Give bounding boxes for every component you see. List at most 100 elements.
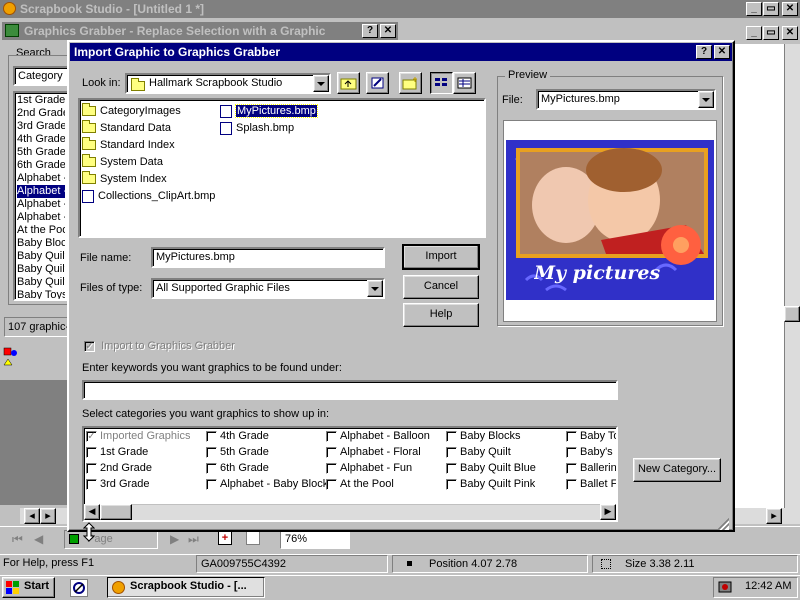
category-checkbox[interactable]: Alphabet - Baby Block [206, 478, 328, 490]
quick-launch-icon[interactable] [70, 579, 88, 597]
category-list-item[interactable]: Baby Quilt [17, 250, 65, 263]
category-list-item[interactable]: Baby Quilt [17, 263, 65, 276]
category-list-item[interactable]: At the Poo [17, 224, 65, 237]
hscroll-right-button[interactable]: ▸ [40, 508, 56, 524]
mdi-restore-button[interactable]: ▭ [763, 26, 779, 40]
mdi-minimize-button[interactable]: _ [746, 26, 762, 40]
category-list-item[interactable]: 1st Grade [17, 94, 65, 107]
file-list-item[interactable]: CategoryImages [82, 103, 222, 120]
mdi-close-button[interactable]: ✕ [782, 26, 798, 40]
hscroll-left-button[interactable]: ◂ [24, 508, 40, 524]
file-list-item[interactable]: Collections_ClipArt.bmp [82, 188, 222, 205]
category-dropdown[interactable]: Category [13, 66, 69, 86]
categories-list[interactable]: ✓ Imported Graphics 1st Grade 2nd Grade 3rd … [82, 426, 618, 522]
category-list-item[interactable]: Alphabet - [17, 185, 65, 198]
preview-file-arrow[interactable] [698, 91, 714, 108]
file-list-item[interactable]: Standard Data [82, 120, 222, 137]
main-minimize-button[interactable]: _ [746, 2, 762, 16]
category-checkbox[interactable]: ✓ Imported Graphics [86, 430, 190, 442]
child-help-button[interactable]: ? [362, 24, 378, 38]
category-checkbox[interactable]: 5th Grade [206, 446, 269, 458]
category-checkbox[interactable]: Ballerin [566, 462, 616, 474]
import-button[interactable]: Import [402, 244, 480, 270]
cancel-button[interactable]: Cancel [403, 275, 479, 299]
main-close-button[interactable]: ✕ [782, 2, 798, 16]
category-checkbox[interactable]: 6th Grade [206, 462, 269, 474]
category-checkbox[interactable]: Baby Quilt Pink [446, 478, 535, 490]
keywords-input[interactable] [82, 380, 618, 400]
category-list-item[interactable]: 5th Grade [17, 146, 65, 159]
category-list-item[interactable]: 6th Grade [17, 159, 65, 172]
page-selector[interactable]: Page [64, 530, 158, 549]
last-page-icon[interactable]: ⏭ [188, 532, 199, 547]
categories-hscroll[interactable] [84, 504, 616, 520]
file-list-item[interactable]: Splash.bmp [220, 120, 350, 137]
file-list-item[interactable]: MyPictures.bmp [220, 103, 350, 120]
new-folder-button[interactable] [399, 72, 422, 94]
category-checkbox[interactable]: Baby Quilt [446, 446, 511, 458]
look-in-dropdown[interactable]: Hallmark Scrapbook Studio [125, 73, 331, 94]
category-list-item[interactable]: Baby Toys [17, 289, 65, 299]
document-vscroll[interactable] [784, 44, 800, 519]
tray-app-icon[interactable] [718, 580, 732, 594]
details-view-button[interactable] [453, 72, 476, 94]
category-list-item[interactable]: Baby Quilt [17, 276, 65, 289]
category-list-item[interactable]: 4th Grade [17, 133, 65, 146]
zoom-select[interactable]: 76% [280, 530, 350, 549]
category-checkbox[interactable]: Alphabet - Floral [326, 446, 421, 458]
category-list-item[interactable]: Baby Bloc [17, 237, 65, 250]
child-close-button[interactable]: ✕ [380, 24, 396, 38]
category-checkbox[interactable]: Baby's E [566, 446, 616, 458]
category-checkbox[interactable]: At the Pool [326, 478, 394, 490]
delete-page-icon[interactable] [246, 531, 260, 545]
taskbar-app-button[interactable]: Scrapbook Studio - [... [107, 577, 265, 598]
list-view-button[interactable] [430, 72, 453, 94]
category-checkbox[interactable]: Ballet Fi [566, 478, 616, 490]
category-checkbox[interactable]: Alphabet - Fun [326, 462, 412, 474]
categories-scroll-right[interactable]: ▶ [600, 504, 616, 520]
preview-file-dropdown[interactable]: MyPictures.bmp [536, 89, 716, 110]
next-page-icon[interactable]: ▶ [170, 532, 179, 546]
files-of-type-arrow[interactable] [367, 280, 383, 297]
category-checkbox[interactable]: Baby To [566, 430, 616, 442]
new-category-button[interactable]: New Category... [633, 458, 721, 482]
category-checkbox[interactable]: 2nd Grade [86, 462, 152, 474]
category-list-item[interactable]: 2nd Grade [17, 107, 65, 120]
vscroll-thumb[interactable] [784, 306, 800, 322]
import-to-grabber-checkbox[interactable]: ✓ Import to Graphics Grabber [84, 340, 235, 352]
main-maximize-button[interactable]: ▭ [763, 2, 779, 16]
help-button[interactable]: Help [403, 303, 479, 327]
main-title-bar: Scrapbook Studio - [Untitled 1 *] [0, 0, 800, 18]
shape-tool-icon[interactable] [3, 347, 19, 371]
category-list-item[interactable]: 3rd Grade [17, 120, 65, 133]
category-list-item[interactable]: Alphabet - [17, 172, 65, 185]
category-checkbox[interactable]: 1st Grade [86, 446, 148, 458]
file-name-input[interactable]: MyPictures.bmp [151, 247, 385, 268]
hscroll-end-button[interactable]: ▸ [766, 508, 782, 524]
category-checkbox[interactable]: 3rd Grade [86, 478, 150, 490]
category-list-item[interactable]: Alphabet - [17, 198, 65, 211]
file-list-item[interactable]: System Data [82, 154, 222, 171]
category-checkbox[interactable]: 4th Grade [206, 430, 269, 442]
dialog-close-button[interactable]: ✕ [714, 45, 730, 59]
look-in-dropdown-arrow[interactable] [313, 75, 329, 92]
up-folder-button[interactable] [337, 72, 360, 94]
resize-grip-icon[interactable] [717, 518, 729, 530]
category-checkbox[interactable]: Alphabet - Balloon [326, 430, 430, 442]
file-list-item[interactable]: System Index [82, 171, 222, 188]
add-page-icon[interactable]: + [218, 531, 232, 545]
files-of-type-dropdown[interactable]: All Supported Graphic Files [151, 278, 385, 299]
categories-scroll-thumb[interactable] [100, 504, 132, 520]
category-checkbox[interactable]: Baby Blocks [446, 430, 521, 442]
category-checkbox[interactable]: Baby Quilt Blue [446, 462, 536, 474]
dialog-help-button[interactable]: ? [696, 45, 712, 59]
file-list[interactable]: CategoryImages Standard Data Standard Inde… [78, 98, 486, 238]
file-list-item[interactable]: Standard Index [82, 137, 222, 154]
categories-scroll-left[interactable]: ◀ [84, 504, 100, 520]
category-list[interactable]: 1st Grade 2nd Grade 3rd Grade 4th Grade 5th … [13, 91, 69, 301]
start-button[interactable]: Start [2, 577, 55, 598]
category-list-item[interactable]: Alphabet - [17, 211, 65, 224]
first-page-icon[interactable]: ⏮ [12, 532, 23, 547]
desktop-button[interactable] [366, 72, 389, 94]
prev-page-icon[interactable]: ◀ [34, 532, 43, 546]
